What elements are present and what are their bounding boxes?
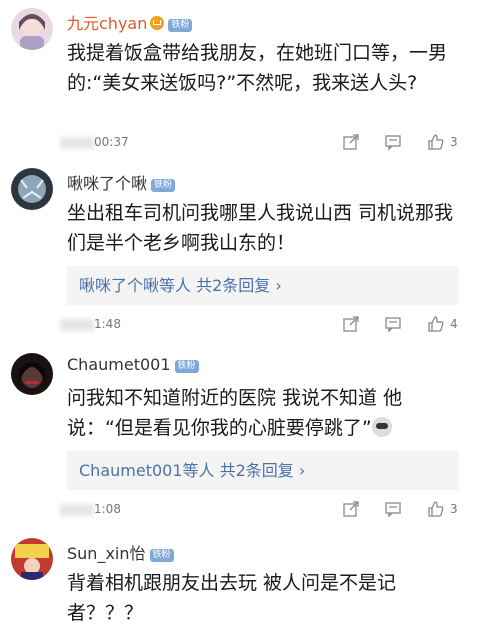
- like-icon[interactable]: [427, 500, 445, 518]
- like-count: 3: [450, 135, 458, 149]
- comment-text: 我提着饭盒带给我朋友，在她班门口等，一男的:“美女来送饭吗?”不然呢，我来送人头…: [67, 42, 448, 94]
- crown-icon: [150, 16, 165, 30]
- comment-icon[interactable]: [384, 133, 402, 151]
- dizzy-face-icon: [371, 417, 392, 437]
- like-count: 3: [450, 502, 458, 516]
- username-text[interactable]: 啾咪了个啾: [67, 174, 147, 193]
- fan-badge: 铁粉: [168, 19, 193, 32]
- comment-text: 坐出租车司机问我哪里人我说山西 司机说那我们是半个老乡啊我山东的！: [67, 202, 454, 254]
- timestamp: 00:37: [94, 135, 129, 149]
- username-text[interactable]: 九元chyan: [67, 14, 147, 33]
- username-text[interactable]: Chaumet001: [67, 355, 171, 374]
- like-icon[interactable]: [427, 133, 445, 151]
- username[interactable]: Sun_xin怡 铁粉: [67, 540, 174, 564]
- fan-badge: 铁粉: [149, 549, 174, 562]
- comment-icon[interactable]: [384, 500, 402, 518]
- share-icon[interactable]: [342, 133, 360, 151]
- username[interactable]: 啾咪了个啾 铁粉: [67, 170, 176, 194]
- comment-meta: 00:37 3: [60, 133, 470, 153]
- timestamp: 1:08: [94, 502, 121, 516]
- comment-text-body: 问我知不知道附近的医院 我说不知道 他说：“但是看见你我的心脏要停跳了”: [67, 387, 403, 439]
- comment-item: 啾咪了个啾 铁粉 坐出租车司机问我哪里人我说山西 司机说那我们是半个老乡啊我山东的…: [0, 160, 482, 345]
- username[interactable]: Chaumet001 铁粉: [67, 355, 199, 374]
- reply-summary-button[interactable]: Chaumet001等人 共2条回复 ›: [67, 451, 459, 490]
- comment-item: Sun_xin怡 铁粉 背着相机跟朋友出去玩 被人问是不是记者？？？: [0, 530, 482, 628]
- time-redaction: [60, 319, 94, 331]
- time-redaction: [60, 504, 94, 516]
- comment-meta: 1:08 3: [60, 500, 470, 520]
- username[interactable]: 九元chyan 铁粉: [67, 10, 193, 34]
- avatar[interactable]: [11, 8, 53, 50]
- share-icon[interactable]: [342, 500, 360, 518]
- timestamp: 1:48: [94, 317, 121, 331]
- comment-icon[interactable]: [384, 315, 402, 333]
- avatar[interactable]: [11, 538, 53, 580]
- like-count: 4: [450, 317, 458, 331]
- comment-item: 九元chyan 铁粉 我提着饭盒带给我朋友，在她班门口等，一男的:“美女来送饭吗?…: [0, 0, 482, 160]
- comment-item: Chaumet001 铁粉 问我知不知道附近的医院 我说不知道 他说：“但是看见你…: [0, 345, 482, 530]
- comment-meta: 1:48 4: [60, 315, 470, 335]
- avatar[interactable]: [11, 353, 53, 395]
- comment-text: 背着相机跟朋友出去玩 被人问是不是记者？？？: [67, 572, 397, 624]
- username-text[interactable]: Sun_xin怡: [67, 544, 146, 563]
- comment-text: 问我知不知道附近的医院 我说不知道 他说：“但是看见你我的心脏要停跳了”: [67, 383, 467, 443]
- like-icon[interactable]: [427, 315, 445, 333]
- share-icon[interactable]: [342, 315, 360, 333]
- fan-badge: 铁粉: [151, 179, 176, 192]
- time-redaction: [60, 137, 94, 149]
- avatar[interactable]: [11, 168, 53, 210]
- reply-summary-button[interactable]: 啾咪了个啾等人 共2条回复 ›: [67, 266, 459, 305]
- fan-badge: 铁粉: [174, 360, 199, 373]
